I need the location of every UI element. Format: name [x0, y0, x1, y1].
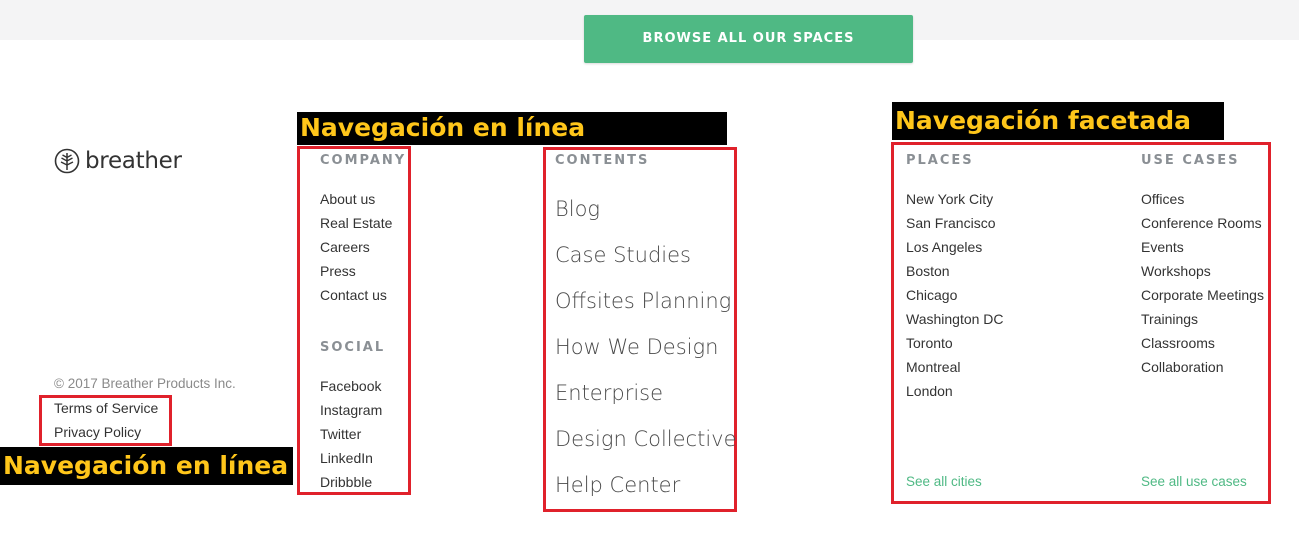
- copyright-text: © 2017 Breather Products Inc.: [54, 376, 236, 391]
- company-link-careers[interactable]: Careers: [320, 239, 370, 255]
- privacy-policy-link[interactable]: Privacy Policy: [54, 424, 141, 440]
- social-link-facebook[interactable]: Facebook: [320, 378, 381, 394]
- place-link[interactable]: Chicago: [906, 287, 957, 303]
- company-heading: COMPANY: [320, 153, 407, 168]
- contents-link-offsites-planning[interactable]: Offsites Planning: [555, 289, 731, 313]
- contents-link-enterprise[interactable]: Enterprise: [555, 381, 663, 405]
- place-link[interactable]: Montreal: [906, 359, 960, 375]
- social-link-instagram[interactable]: Instagram: [320, 402, 382, 418]
- terms-of-service-link[interactable]: Terms of Service: [54, 400, 158, 416]
- use-cases-heading: USE CASES: [1141, 153, 1240, 168]
- place-link[interactable]: San Francisco: [906, 215, 995, 231]
- social-link-twitter[interactable]: Twitter: [320, 426, 361, 442]
- annotation-faceted-nav: Navegación facetada: [892, 102, 1224, 140]
- contents-link-case-studies[interactable]: Case Studies: [555, 243, 691, 267]
- contents-link-how-we-design[interactable]: How We Design: [555, 335, 718, 359]
- use-case-link[interactable]: Workshops: [1141, 263, 1211, 279]
- browse-spaces-button[interactable]: BROWSE ALL OUR SPACES: [584, 15, 913, 63]
- social-link-linkedin[interactable]: LinkedIn: [320, 450, 373, 466]
- contents-heading: CONTENTS: [555, 153, 650, 168]
- use-case-link[interactable]: Corporate Meetings: [1141, 287, 1264, 303]
- places-heading: PLACES: [906, 153, 974, 168]
- place-link[interactable]: New York City: [906, 191, 993, 207]
- breather-leaf-icon: [54, 148, 80, 174]
- social-heading: SOCIAL: [320, 340, 386, 355]
- use-case-link[interactable]: Trainings: [1141, 311, 1198, 327]
- place-link[interactable]: London: [906, 383, 953, 399]
- place-link[interactable]: Boston: [906, 263, 950, 279]
- use-case-link[interactable]: Events: [1141, 239, 1184, 255]
- place-link[interactable]: Toronto: [906, 335, 953, 351]
- company-link-contact[interactable]: Contact us: [320, 287, 387, 303]
- company-link-real-estate[interactable]: Real Estate: [320, 215, 392, 231]
- annotation-inline-nav-bottom: Navegación en línea: [0, 447, 293, 485]
- use-case-link[interactable]: Offices: [1141, 191, 1184, 207]
- company-link-press[interactable]: Press: [320, 263, 356, 279]
- see-all-cities-link[interactable]: See all cities: [906, 474, 982, 489]
- use-case-link[interactable]: Conference Rooms: [1141, 215, 1262, 231]
- contents-link-blog[interactable]: Blog: [555, 197, 600, 221]
- use-case-link[interactable]: Collaboration: [1141, 359, 1224, 375]
- logo-wordmark: breather: [85, 148, 182, 174]
- place-link[interactable]: Washington DC: [906, 311, 1004, 327]
- breather-logo[interactable]: breather: [54, 146, 182, 176]
- use-case-link[interactable]: Classrooms: [1141, 335, 1215, 351]
- company-link-about[interactable]: About us: [320, 191, 375, 207]
- see-all-use-cases-link[interactable]: See all use cases: [1141, 474, 1247, 489]
- place-link[interactable]: Los Angeles: [906, 239, 982, 255]
- social-link-dribbble[interactable]: Dribbble: [320, 474, 372, 490]
- annotation-inline-nav-top: Navegación en línea: [297, 112, 727, 145]
- contents-link-design-collective[interactable]: Design Collective: [555, 427, 737, 451]
- contents-link-help-center[interactable]: Help Center: [555, 473, 680, 497]
